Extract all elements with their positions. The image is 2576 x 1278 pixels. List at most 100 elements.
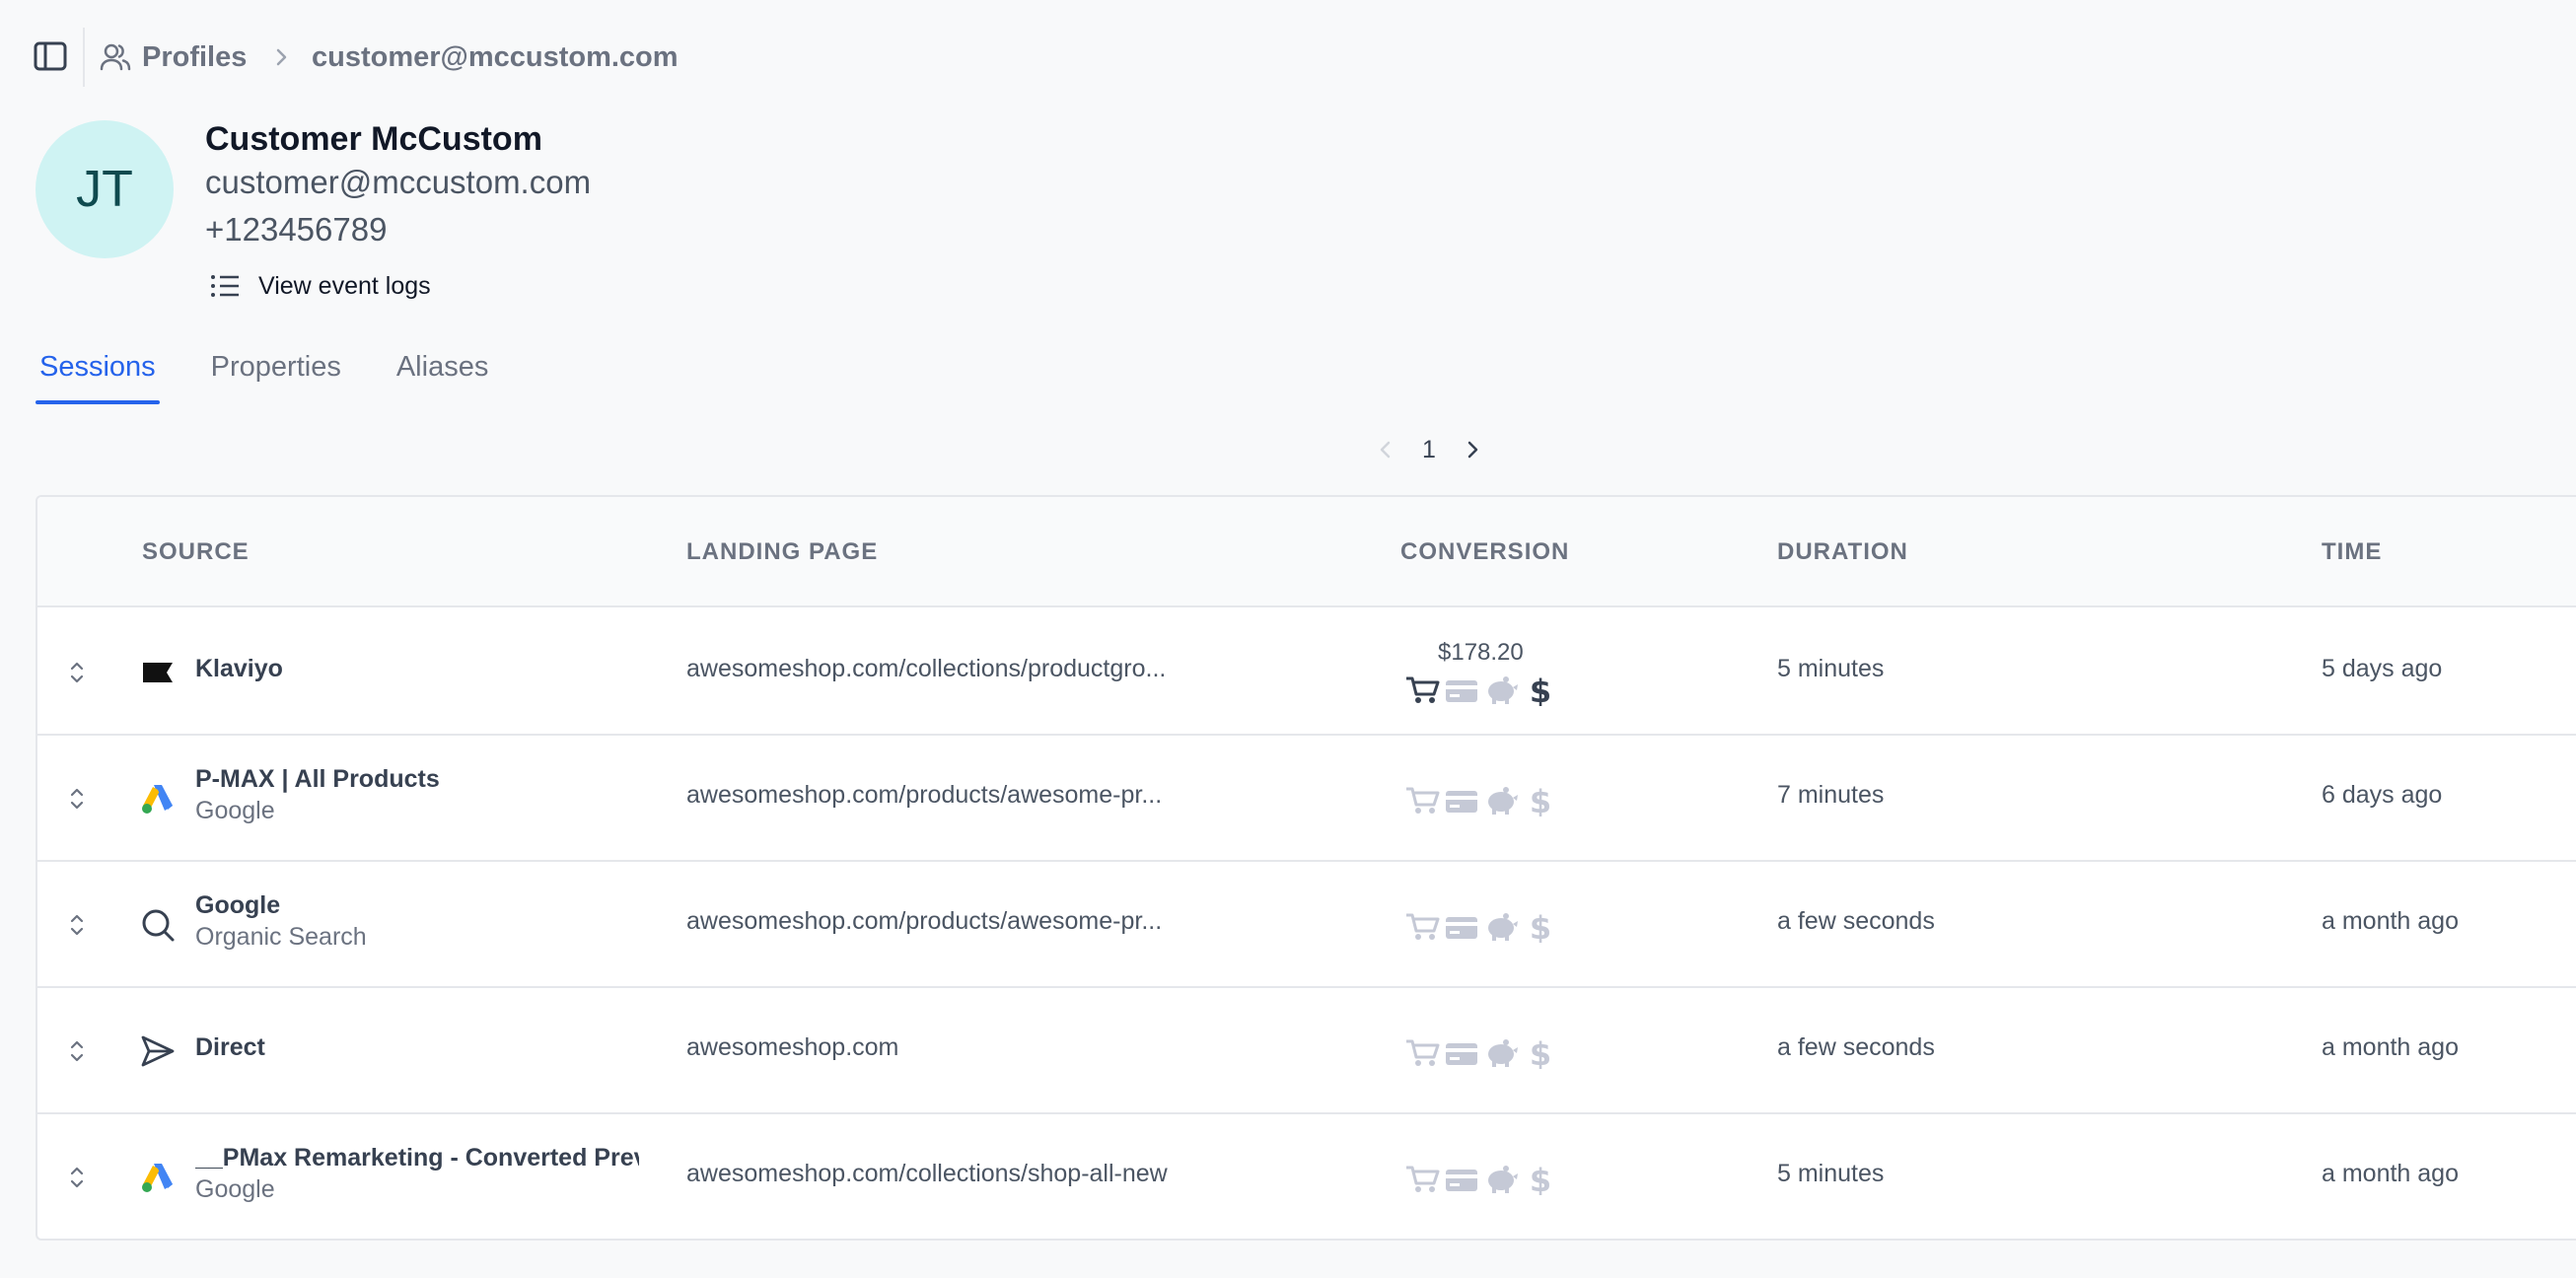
pagination: 1 — [1371, 430, 1487, 469]
source-name: Direct — [195, 1033, 265, 1061]
tab-bar: Sessions Properties Aliases — [36, 351, 539, 406]
table-row[interactable]: __PMax Remarketing - Converted Prev Googl… — [37, 1114, 2576, 1239]
column-header-landing-page[interactable]: LANDING PAGE — [686, 538, 878, 566]
credit-card-icon — [1446, 791, 1477, 813]
session-time: 6 days ago — [2322, 781, 2443, 809]
source-subtitle: Google — [195, 1175, 275, 1203]
source-name: Google — [195, 891, 281, 919]
conversion-funnel: $ — [1404, 907, 1562, 947]
landing-page-url[interactable]: awesomeshop.com/products/awesome-pr... — [686, 781, 1162, 810]
tab-aliases[interactable]: Aliases — [393, 351, 493, 406]
table-header: SOURCE LANDING PAGE CONVERSION DURATION … — [37, 497, 2576, 607]
profile-email: customer@mccustom.com — [205, 164, 592, 200]
piggy-bank-icon — [1488, 1039, 1518, 1067]
conversion-funnel: $ — [1404, 1033, 1562, 1073]
session-time: 5 days ago — [2322, 655, 2443, 682]
google-ads-icon — [140, 781, 176, 816]
piggy-bank-icon — [1488, 787, 1518, 815]
credit-card-icon — [1446, 917, 1477, 939]
profile-name: Customer McCustom — [205, 120, 542, 158]
table-row[interactable]: Direct awesomeshop.com $ a few seconds a mon… — [37, 988, 2576, 1114]
table-row[interactable]: Klaviyo awesomeshop.com/collections/produ… — [37, 609, 2576, 736]
source-name: Klaviyo — [195, 655, 283, 682]
users-icon — [100, 43, 131, 71]
session-duration: a few seconds — [1777, 1033, 1935, 1061]
dollar-icon: $ — [1530, 1037, 1551, 1069]
source-name: __PMax Remarketing - Converted Prev — [195, 1144, 639, 1172]
conversion-value: $178.20 — [1438, 639, 1524, 666]
session-duration: 5 minutes — [1777, 655, 1885, 682]
page-number[interactable]: 1 — [1422, 436, 1436, 464]
credit-card-icon — [1446, 1170, 1477, 1191]
conversion-funnel: $ — [1404, 671, 1562, 710]
session-time: a month ago — [2322, 1033, 2459, 1061]
dollar-icon: $ — [1530, 911, 1551, 943]
cart-icon — [1406, 787, 1440, 814]
column-header-time[interactable]: TIME — [2322, 538, 2382, 566]
expand-row-icon[interactable] — [65, 1035, 89, 1067]
table-row[interactable]: P-MAX | All Products Google awesomeshop.co… — [37, 736, 2576, 862]
dollar-icon: $ — [1530, 674, 1551, 706]
credit-card-icon — [1446, 1043, 1477, 1065]
piggy-bank-icon — [1488, 913, 1518, 941]
expand-row-icon[interactable] — [65, 1162, 89, 1193]
expand-row-icon[interactable] — [65, 657, 89, 688]
column-header-source[interactable]: SOURCE — [142, 538, 250, 566]
landing-page-url[interactable]: awesomeshop.com/collections/shop-all-new — [686, 1160, 1168, 1188]
search-icon — [140, 907, 176, 943]
view-event-logs-label: View event logs — [258, 271, 431, 300]
svg-text:$: $ — [1530, 1164, 1551, 1195]
table-row[interactable]: Google Organic Search awesomeshop.com/prod… — [37, 862, 2576, 988]
source-subtitle: Organic Search — [195, 923, 367, 951]
avatar: JT — [36, 120, 174, 258]
source-name: P-MAX | All Products — [195, 765, 440, 793]
cart-icon — [1406, 1039, 1440, 1066]
sessions-table: SOURCE LANDING PAGE CONVERSION DURATION … — [36, 495, 2576, 1241]
cart-icon — [1406, 913, 1440, 940]
page: Profiles customer@mccustom.com JT Custom… — [0, 0, 2576, 1278]
expand-row-icon[interactable] — [65, 909, 89, 941]
sidebar-toggle-icon[interactable] — [34, 41, 67, 71]
view-event-logs-button[interactable]: View event logs — [209, 266, 431, 306]
chevron-left-icon[interactable] — [1371, 435, 1400, 464]
conversion-funnel: $ — [1404, 1160, 1562, 1199]
column-header-conversion[interactable]: CONVERSION — [1400, 538, 1569, 566]
svg-text:$: $ — [1530, 785, 1551, 816]
send-icon — [140, 1033, 176, 1069]
google-ads-icon — [140, 1160, 176, 1195]
dollar-icon: $ — [1530, 1164, 1551, 1195]
breadcrumb-current: customer@mccustom.com — [312, 40, 679, 73]
session-time: a month ago — [2322, 907, 2459, 935]
tab-sessions[interactable]: Sessions — [36, 351, 160, 406]
cart-icon — [1406, 676, 1440, 703]
list-icon — [211, 275, 239, 297]
piggy-bank-icon — [1488, 1166, 1518, 1193]
session-duration: a few seconds — [1777, 907, 1935, 935]
chevron-right-icon — [270, 43, 292, 71]
landing-page-url[interactable]: awesomeshop.com/products/awesome-pr... — [686, 907, 1162, 936]
chevron-right-icon[interactable] — [1458, 435, 1487, 464]
klaviyo-flag-icon — [140, 655, 176, 690]
session-duration: 7 minutes — [1777, 781, 1885, 809]
cart-icon — [1406, 1166, 1440, 1192]
landing-page-url[interactable]: awesomeshop.com/collections/productgro..… — [686, 655, 1166, 683]
source-subtitle: Google — [195, 797, 275, 824]
dollar-icon: $ — [1530, 785, 1551, 816]
piggy-bank-icon — [1488, 676, 1518, 704]
breadcrumb-profiles-label: Profiles — [142, 40, 248, 73]
credit-card-icon — [1446, 680, 1477, 702]
breadcrumb: Profiles customer@mccustom.com — [0, 0, 2576, 114]
column-header-duration[interactable]: DURATION — [1777, 538, 1908, 566]
svg-text:$: $ — [1530, 674, 1551, 706]
profile-phone: +123456789 — [205, 211, 388, 248]
tab-properties[interactable]: Properties — [207, 351, 345, 406]
session-duration: 5 minutes — [1777, 1160, 1885, 1187]
expand-row-icon[interactable] — [65, 783, 89, 815]
breadcrumb-profiles-link[interactable]: Profiles — [99, 37, 247, 77]
landing-page-url[interactable]: awesomeshop.com — [686, 1033, 898, 1062]
svg-text:$: $ — [1530, 1037, 1551, 1069]
divider — [83, 28, 85, 87]
conversion-funnel: $ — [1404, 781, 1562, 820]
svg-text:$: $ — [1530, 911, 1551, 943]
session-time: a month ago — [2322, 1160, 2459, 1187]
